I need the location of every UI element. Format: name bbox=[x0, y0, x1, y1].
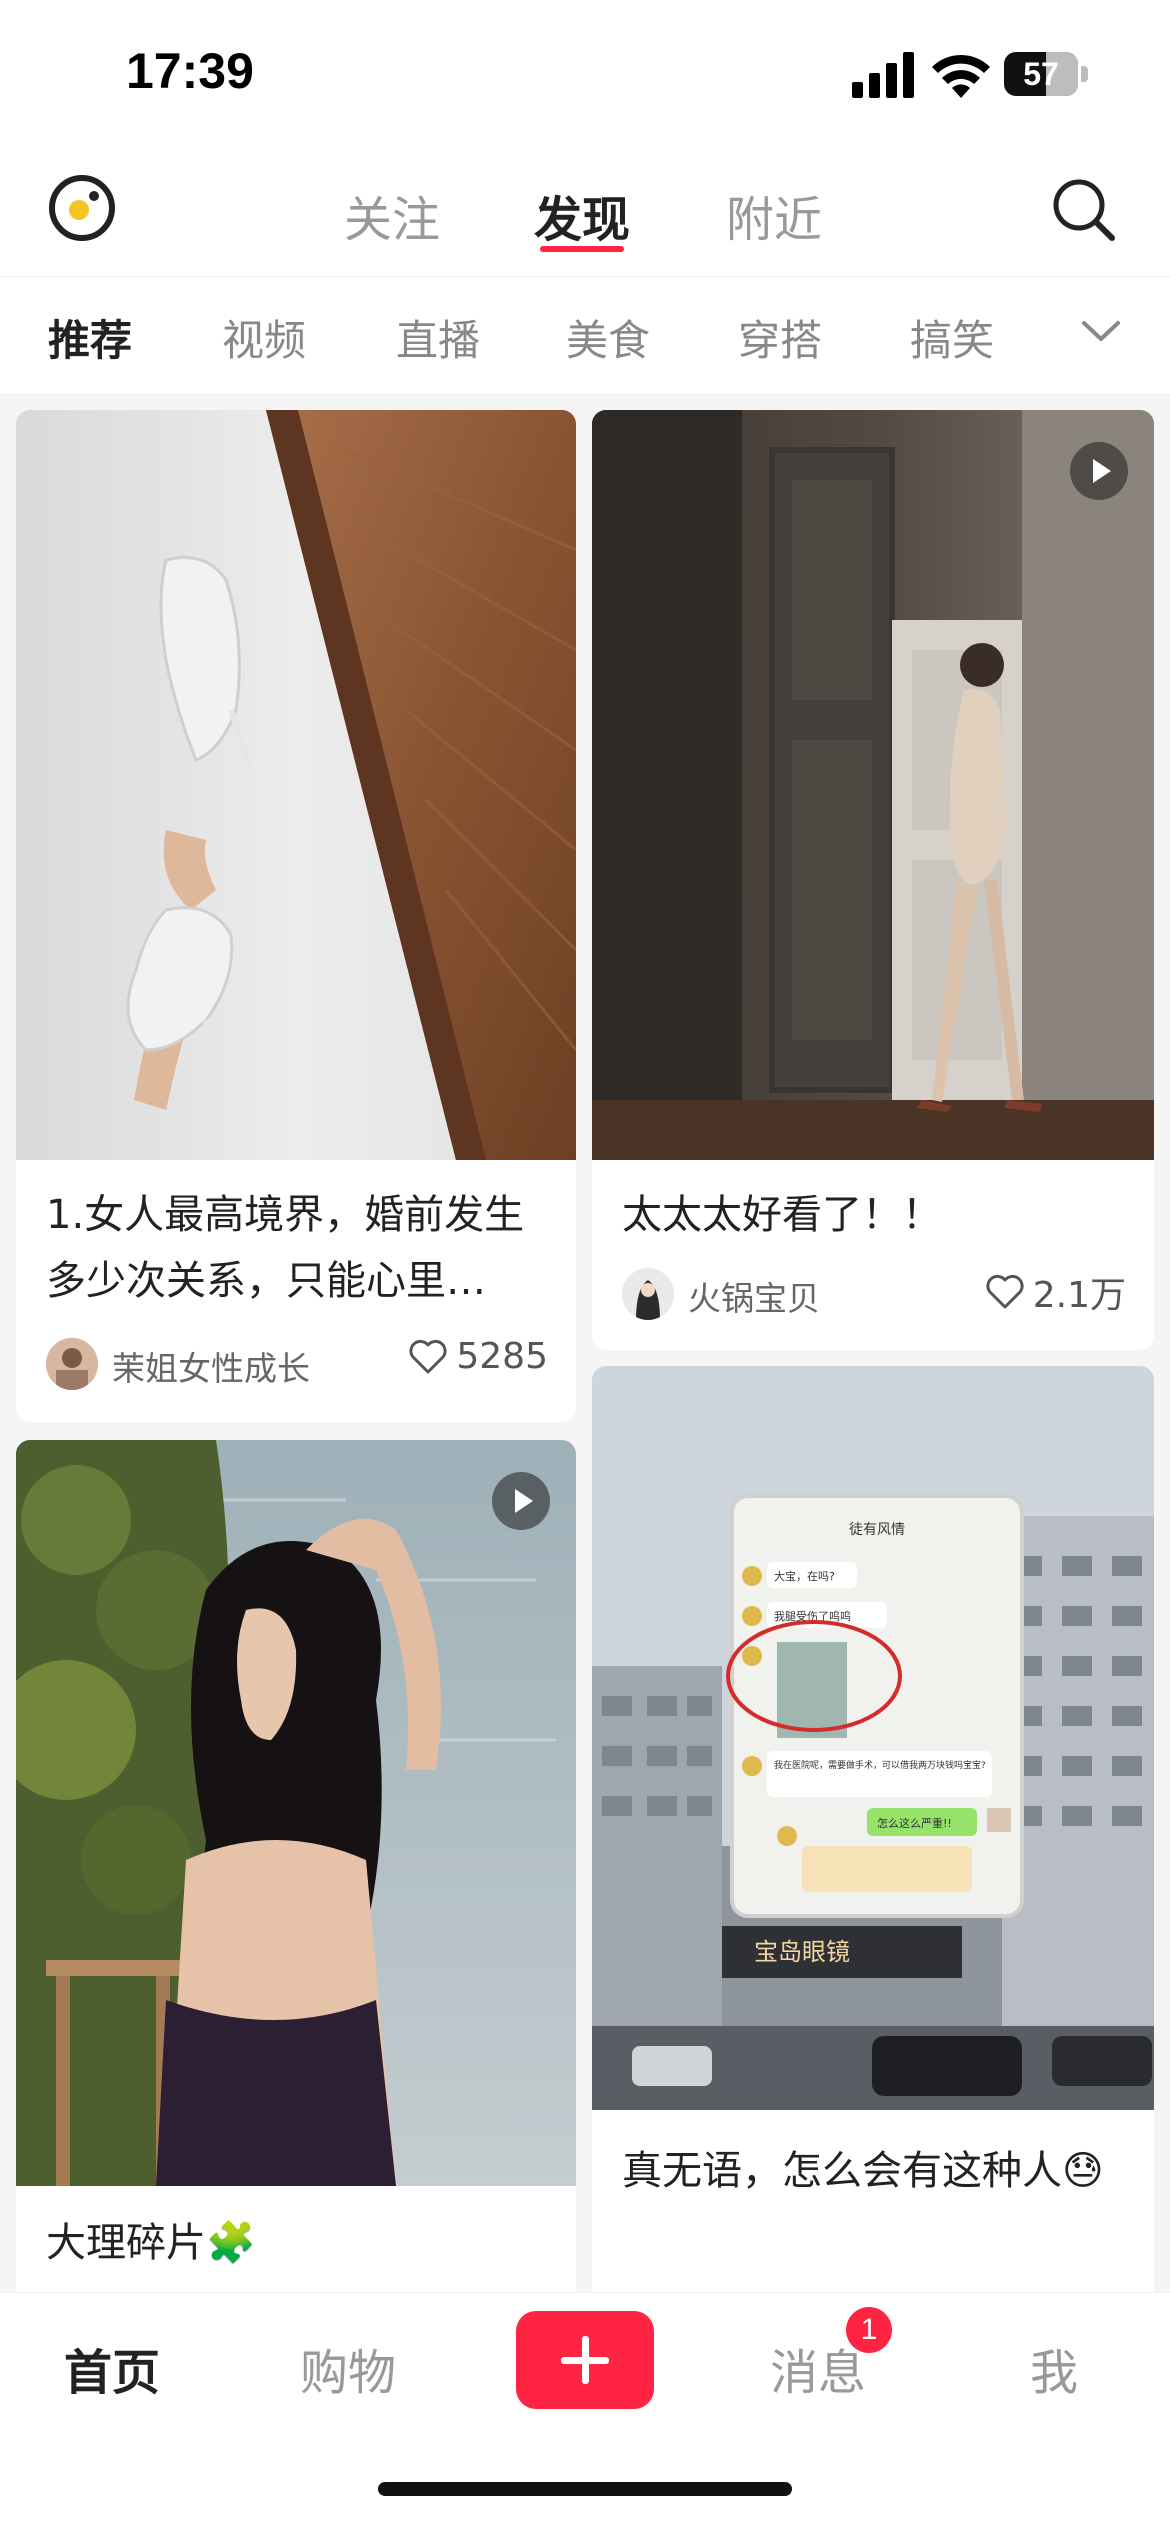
post-image: 徒有风情 大宝，在吗? 我腿受伤了呜呜 我在医院呢，需要做手术，可以借我两万块钱… bbox=[592, 1366, 1154, 2110]
video-play-icon bbox=[1070, 442, 1128, 500]
post-image bbox=[16, 410, 576, 1160]
billboard-bubble-3: 我在医院呢，需要做手术，可以借我两万块钱吗宝宝? bbox=[774, 1759, 986, 1771]
like-count[interactable]: 5285 bbox=[408, 1336, 548, 1377]
feed-card[interactable]: 1.女人最高境界，婚前发生多少次关系，只能心里… 茉姐女性成长 5285 bbox=[16, 410, 576, 1422]
category-outfit[interactable]: 穿搭 bbox=[738, 307, 822, 368]
tab-discover[interactable]: 发现 bbox=[534, 180, 630, 250]
chevron-down-icon[interactable] bbox=[1080, 317, 1122, 347]
tab-me[interactable]: 我 bbox=[1030, 2333, 1078, 2403]
feed-card[interactable]: 太太太好看了！！ 火锅宝贝 2.1万 bbox=[592, 410, 1154, 1350]
home-indicator bbox=[378, 2482, 792, 2496]
top-navigation: 关注 发现 附近 bbox=[0, 150, 1170, 277]
category-recommend[interactable]: 推荐 bbox=[48, 307, 132, 368]
battery-icon: 57 bbox=[1004, 52, 1088, 96]
active-tab-indicator bbox=[540, 246, 624, 252]
like-count-text: 2.1万 bbox=[1032, 1275, 1126, 1316]
category-video[interactable]: 视频 bbox=[222, 307, 306, 368]
video-play-icon bbox=[492, 1472, 550, 1530]
category-live[interactable]: 直播 bbox=[396, 307, 480, 368]
bottom-tab-bar: 首页 购物 消息 1 我 bbox=[0, 2292, 1170, 2533]
messages-badge: 1 bbox=[846, 2307, 892, 2353]
post-title[interactable]: 太太太好看了！！ bbox=[622, 1182, 1132, 1248]
cellular-signal-icon bbox=[852, 52, 914, 98]
billboard-shop-sign: 宝岛眼镜 bbox=[754, 1938, 850, 1966]
battery-level: 57 bbox=[1023, 56, 1059, 92]
avatar[interactable] bbox=[46, 1338, 98, 1390]
category-bar: 推荐 视频 直播 美食 穿搭 搞笑 bbox=[0, 277, 1170, 393]
create-post-button[interactable] bbox=[516, 2311, 654, 2409]
camera-logo-icon[interactable] bbox=[48, 174, 116, 242]
feed-card[interactable]: 大理碎片🧩 bbox=[16, 1440, 576, 2300]
category-food[interactable]: 美食 bbox=[566, 307, 650, 368]
heart-icon[interactable] bbox=[408, 1339, 448, 1375]
billboard-chat-title: 徒有风情 bbox=[849, 1522, 905, 1538]
status-time: 17:39 bbox=[126, 43, 254, 99]
category-funny[interactable]: 搞笑 bbox=[910, 307, 994, 368]
tab-follow[interactable]: 关注 bbox=[344, 180, 440, 250]
feed-card[interactable]: 徒有风情 大宝，在吗? 我腿受伤了呜呜 我在医院呢，需要做手术，可以借我两万块钱… bbox=[592, 1366, 1154, 2306]
author-name[interactable]: 火锅宝贝 bbox=[688, 1272, 820, 1320]
wifi-icon bbox=[932, 54, 990, 98]
post-image bbox=[592, 410, 1154, 1160]
post-image bbox=[16, 1440, 576, 2186]
tab-home[interactable]: 首页 bbox=[64, 2333, 160, 2403]
billboard-bubble-1: 大宝，在吗? bbox=[774, 1569, 835, 1583]
post-title[interactable]: 1.女人最高境界，婚前发生多少次关系，只能心里… bbox=[46, 1182, 556, 1314]
heart-icon[interactable] bbox=[985, 1274, 1025, 1310]
tab-shopping[interactable]: 购物 bbox=[300, 2333, 396, 2403]
billboard-reply: 怎么这么严重!! bbox=[877, 1816, 952, 1830]
like-count-text: 5285 bbox=[456, 1336, 548, 1377]
status-bar: 17:39 57 bbox=[0, 0, 1170, 150]
post-title[interactable]: 真无语，怎么会有这种人😓 bbox=[622, 2138, 1132, 2204]
tab-nearby[interactable]: 附近 bbox=[726, 180, 822, 250]
author-name[interactable]: 茉姐女性成长 bbox=[112, 1342, 310, 1390]
post-title[interactable]: 大理碎片🧩 bbox=[46, 2210, 556, 2276]
search-icon[interactable] bbox=[1050, 176, 1116, 242]
avatar[interactable] bbox=[622, 1268, 674, 1320]
like-count[interactable]: 2.1万 bbox=[985, 1266, 1126, 1318]
